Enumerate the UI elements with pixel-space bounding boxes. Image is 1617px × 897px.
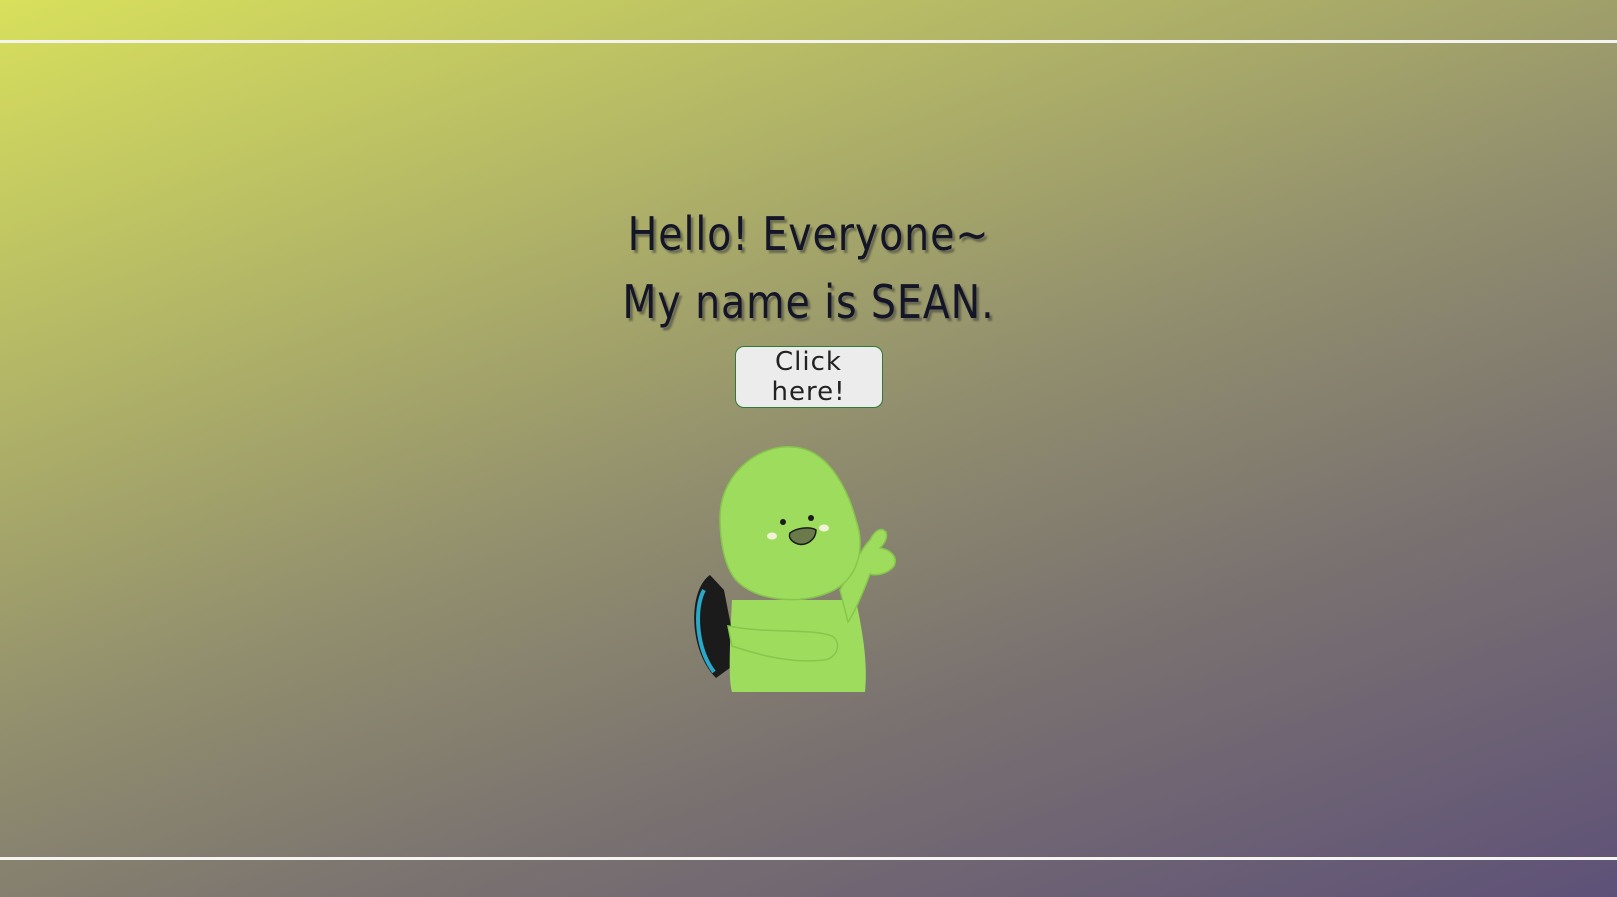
click-here-button[interactable]: Click here!: [734, 346, 883, 408]
greeting-line-1: Hello! Everyone~: [627, 207, 990, 261]
hero-section: Hello! Everyone~ My name is SEAN. Click …: [0, 200, 1617, 408]
top-divider: [0, 40, 1617, 43]
greeting-line-2: My name is SEAN.: [622, 275, 995, 329]
turtle-mascot-icon: [694, 446, 896, 692]
bottom-divider: [0, 857, 1617, 860]
